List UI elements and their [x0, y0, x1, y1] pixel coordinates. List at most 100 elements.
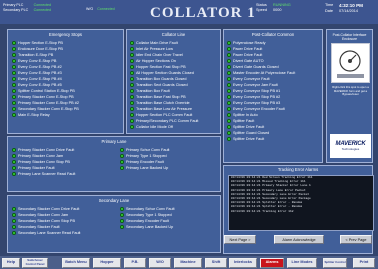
post-item: Splitter Guard Closed [227, 130, 269, 135]
status-indicator-icon [12, 212, 16, 217]
enclosure-dial-icon [337, 50, 364, 78]
status-indicator-icon [120, 218, 124, 223]
primary-lane-panel: Primary Lane Primary Stacker Conv Drive … [7, 136, 221, 192]
status-indicator-icon [227, 46, 231, 51]
status-indicator-icon [130, 46, 134, 51]
status-indicator-icon [130, 118, 134, 123]
status-indicator-icon [227, 64, 231, 69]
status-indicator-icon [130, 88, 134, 93]
status-indicator-icon [227, 124, 231, 129]
status-indicator-icon [130, 82, 134, 87]
splitter-control-button[interactable]: Splitter Control [323, 257, 347, 268]
secondary-lane-item: Secondary Stacker Conv Stop PB [12, 218, 75, 223]
collator-item: Transition Box Fault [130, 88, 170, 93]
status-indicator-icon [12, 230, 16, 235]
post-item: Every Conveyor Stop PB #3 [227, 100, 280, 105]
primary-lane-item: Primary Lane Backed Up [120, 165, 168, 170]
status-indicator-icon [120, 212, 124, 217]
help-button[interactable]: Help [2, 257, 20, 268]
estop-item: Every Conv E-Stop PB #3 [12, 70, 62, 75]
post-item: Divert Gate AUTO [227, 58, 264, 63]
enclosure-title: Post-Collator Interface Enclosure [332, 33, 367, 41]
status-indicator-icon [227, 58, 231, 63]
status-indicator-icon [227, 106, 231, 111]
status-indicator-icon [120, 153, 124, 158]
interlocks-button[interactable]: Interlocks [229, 257, 257, 268]
prev-page-button[interactable]: < Prev Page [340, 235, 372, 244]
alarm-row[interactable]: 03/14/06 03:14:21 Tracking Error 1b2 [229, 210, 373, 214]
status-indicator-icon [12, 112, 16, 117]
machine-button[interactable]: Machine [174, 257, 202, 268]
collator-item: Collator Idle Mode Off [130, 124, 173, 129]
speed-label: Speed [256, 8, 267, 12]
tracking-alarm-list[interactable]: 03/14/06 03:14:21 Red Screen Tracking Er… [228, 175, 374, 231]
status-indicator-icon [12, 159, 16, 164]
estop-item: Primary Stacker Conv E-Stop PB #2 [12, 100, 79, 105]
tracking-alarms-title: Tracking Error Alarms [277, 167, 319, 172]
status-indicator-icon [227, 130, 231, 135]
post-collator-panel: Post-Collator Common Polyenclose Ready P… [223, 29, 323, 163]
brand-sub: Technologies [341, 147, 360, 151]
status-indicator-icon [12, 206, 16, 211]
status-indicator-icon [120, 224, 124, 229]
primary-lane-item: Primary Schur Conv Fault [120, 147, 169, 152]
secondary-lane-title: Secondary Lane [98, 198, 130, 203]
status-indicator-icon [227, 112, 231, 117]
enclosure-diagram[interactable] [331, 43, 370, 83]
hopper-button[interactable]: Hopper [93, 257, 121, 268]
status-indicator-icon [130, 40, 134, 45]
primary-lane-item: Primary Stacker Conv Jam [12, 153, 63, 158]
print-button[interactable]: Print [353, 257, 375, 268]
status-indicator-icon [130, 70, 134, 75]
status-indicator-icon [130, 100, 134, 105]
estop-item: Every Conv E-Stop PB #4 [12, 76, 62, 81]
status-indicator-icon [12, 82, 16, 87]
collator-item: Collator Main Drive Fault [130, 40, 178, 45]
status-indicator-icon [227, 40, 231, 45]
collator-item: Idler End Chain Over Travel [130, 52, 183, 57]
primary-lane-item: Primary Lane Scanner Read Fault [12, 171, 75, 176]
status-indicator-icon [12, 40, 16, 45]
batch-menu-button[interactable]: Batch Menu [62, 257, 90, 268]
post-item: Splitter In Auto [227, 112, 258, 117]
date-value: 07/14/2014 [339, 9, 359, 13]
primary-lane-item: Primary Type 1 Stopped [120, 153, 167, 158]
collator-item: Transition Base Fast Stop PB [130, 94, 186, 99]
status-indicator-icon [227, 70, 231, 75]
post-item: Splitter Drive Fault [227, 124, 264, 129]
estop-item: Hopper Section E-Stop PB [12, 40, 63, 45]
clock-group: Time 4:32:10 PM Date 07/14/2014 [325, 3, 375, 13]
wo-button[interactable]: W/O [149, 257, 171, 268]
switchover-control-panel-button[interactable]: Switchover Control Panel [22, 257, 48, 268]
estop-item: Every Conv E-Stop PB [12, 58, 56, 63]
speed-value: 0000 [273, 8, 282, 12]
enclosure-caption: Right-click this spot to open a MAVERICK… [332, 85, 369, 96]
collator-item: Transition Base Low Air Pressure [130, 106, 192, 111]
alarms-button[interactable]: Alarms [260, 257, 284, 268]
primary-lane-item: Primary Stacker Conv Drive Fault [12, 147, 74, 152]
alarm-acknowledge-button[interactable]: Alarm Acknowledge [274, 235, 324, 244]
collator-item: Transition Sect Guards Closed [130, 82, 188, 87]
next-page-button[interactable]: Next Page > [224, 235, 256, 244]
status-indicator-icon [130, 124, 134, 129]
status-indicator-icon [12, 70, 16, 75]
status-indicator-icon [120, 147, 124, 152]
post-item: Splitter Fault [227, 118, 254, 123]
estop-item: Enclosure Door E-Stop PB [12, 46, 63, 51]
status-indicator-icon [12, 52, 16, 57]
status-indicator-icon [130, 106, 134, 111]
status-indicator-icon [130, 76, 134, 81]
pb-button[interactable]: P.B. [124, 257, 146, 268]
time-label: Time [325, 3, 334, 7]
primary-lane-title: Primary Lane [101, 139, 127, 144]
post-item: Master Encoder At Polyenclose Fault [227, 70, 295, 75]
estop-item: Primary Stacker Conv E-Stop PB [12, 94, 74, 99]
post-item: Every Conveyor Encoder Fault [227, 106, 285, 111]
shift-button[interactable]: Shift [205, 257, 227, 268]
status-indicator-icon [12, 100, 16, 105]
wo-status: W/O Connected [86, 7, 115, 12]
post-item: Pacer Drive Fault [227, 52, 262, 57]
line-modes-button[interactable]: Line Modes [287, 257, 317, 268]
estop-item: Every Conv E-Stop PB #5 [12, 82, 62, 87]
wo-label: W/O [86, 7, 94, 11]
